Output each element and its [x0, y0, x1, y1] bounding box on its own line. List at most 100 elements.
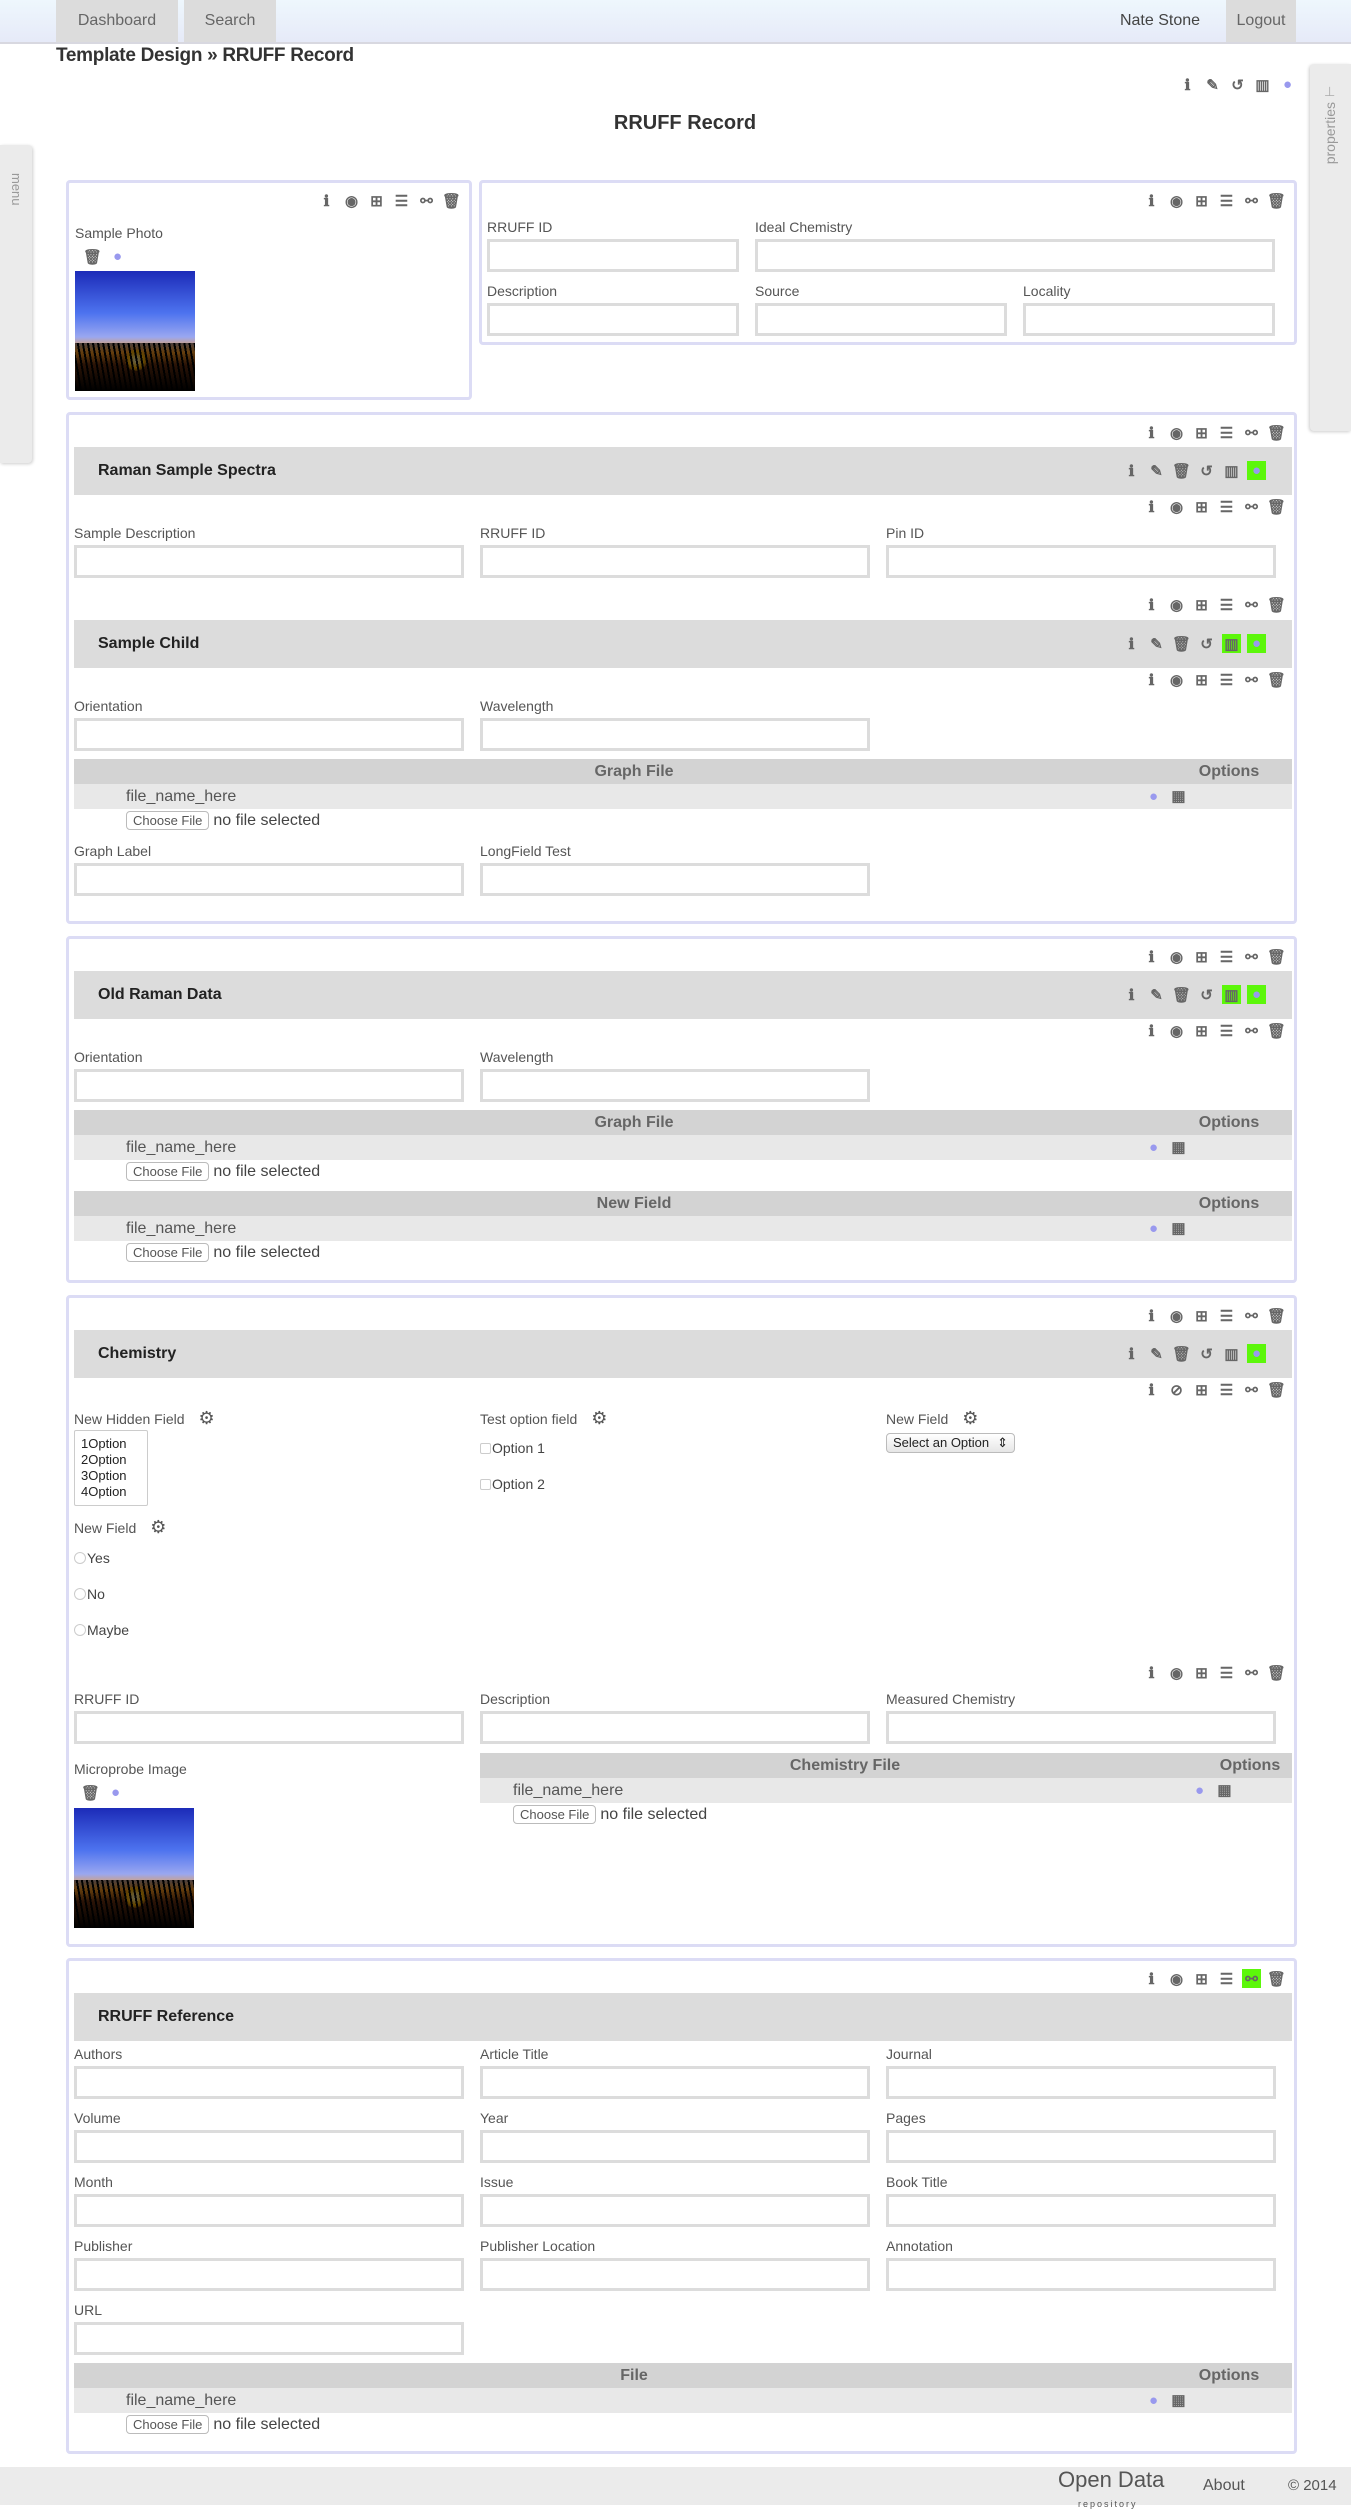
plus-icon[interactable]: ⊞: [1192, 497, 1211, 516]
info-icon[interactable]: ℹ: [1142, 423, 1161, 442]
list-icon[interactable]: ☰: [1217, 1306, 1236, 1325]
undo-icon[interactable]: ↺: [1197, 985, 1216, 1004]
orientation-input[interactable]: [74, 1069, 464, 1102]
edit-icon[interactable]: ✎: [1147, 1344, 1166, 1363]
plus-icon[interactable]: ⊞: [1192, 1380, 1211, 1399]
description-input[interactable]: [480, 1711, 870, 1744]
gear-icon[interactable]: ⚙: [199, 1408, 215, 1429]
link-icon[interactable]: ⚯: [417, 191, 436, 210]
choose-file-button[interactable]: Choose File: [513, 1805, 597, 1824]
list-icon[interactable]: ☰: [1217, 191, 1236, 210]
list-icon[interactable]: ☰: [1217, 1380, 1236, 1399]
edit-icon[interactable]: ✎: [1147, 461, 1166, 480]
trash-icon[interactable]: 🗑: [81, 1783, 100, 1802]
calendar-icon[interactable]: ▦: [1169, 1138, 1188, 1157]
list-icon[interactable]: ☰: [1217, 670, 1236, 689]
list-icon[interactable]: ☰: [1217, 1663, 1236, 1682]
link-icon[interactable]: ⚯: [1242, 1380, 1261, 1399]
user-name[interactable]: Nate Stone: [1100, 0, 1220, 42]
info-icon[interactable]: ℹ: [1122, 634, 1141, 653]
listbox-option[interactable]: 4Option: [81, 1484, 141, 1500]
undo-icon[interactable]: ↺: [1197, 461, 1216, 480]
plus-icon[interactable]: ⊞: [1192, 1663, 1211, 1682]
globe-icon[interactable]: ●: [1144, 1138, 1163, 1157]
file-name[interactable]: file_name_here: [126, 784, 236, 809]
info-icon[interactable]: ℹ: [1142, 497, 1161, 516]
undo-icon[interactable]: ↺: [1197, 1344, 1216, 1363]
link-icon[interactable]: ⚯: [1242, 1306, 1261, 1325]
globe-icon[interactable]: ●: [1190, 1781, 1209, 1800]
plus-icon[interactable]: ⊞: [1192, 423, 1211, 442]
trash-icon[interactable]: 🗑: [1172, 985, 1191, 1004]
trash-icon[interactable]: 🗑: [1267, 595, 1286, 614]
file-name[interactable]: file_name_here: [513, 1778, 623, 1803]
radio[interactable]: [74, 1588, 86, 1600]
plus-icon[interactable]: ⊞: [1192, 947, 1211, 966]
chart-icon[interactable]: ▥: [1222, 461, 1241, 480]
trash-icon[interactable]: 🗑: [1172, 461, 1191, 480]
year-input[interactable]: [480, 2130, 870, 2163]
info-icon[interactable]: ℹ: [1142, 1306, 1161, 1325]
eye-icon[interactable]: ◉: [1167, 423, 1186, 442]
wavelength-input[interactable]: [480, 718, 870, 751]
eye-slash-icon[interactable]: ⊘: [1167, 1380, 1186, 1399]
nav-logout[interactable]: Logout: [1226, 0, 1296, 42]
chart-icon[interactable]: ▥: [1222, 985, 1241, 1004]
eye-icon[interactable]: ◉: [1167, 947, 1186, 966]
file-name[interactable]: file_name_here: [126, 1216, 236, 1241]
plus-icon[interactable]: ⊞: [1192, 595, 1211, 614]
info-icon[interactable]: ℹ: [1142, 1021, 1161, 1040]
rruff-id-input[interactable]: [487, 239, 739, 272]
globe-icon[interactable]: ●: [1247, 461, 1266, 480]
nav-search[interactable]: Search: [184, 0, 276, 42]
checkbox[interactable]: [480, 1442, 491, 1454]
globe-icon[interactable]: ●: [1144, 1219, 1163, 1238]
eye-icon[interactable]: ◉: [1167, 1663, 1186, 1682]
info-icon[interactable]: ℹ: [1178, 75, 1197, 94]
measured-chemistry-input[interactable]: [886, 1711, 1276, 1744]
info-icon[interactable]: ℹ: [1142, 1969, 1161, 1988]
link-icon[interactable]: ⚯: [1242, 423, 1261, 442]
properties-tab[interactable]: ⊥ properties: [1310, 64, 1351, 431]
journal-input[interactable]: [886, 2066, 1276, 2099]
pin-id-input[interactable]: [886, 545, 1276, 578]
gear-icon[interactable]: ⚙: [962, 1408, 978, 1429]
edit-icon[interactable]: ✎: [1147, 634, 1166, 653]
globe-icon[interactable]: ●: [1144, 787, 1163, 806]
info-icon[interactable]: ℹ: [1122, 461, 1141, 480]
gear-icon[interactable]: ⚙: [150, 1517, 166, 1538]
info-icon[interactable]: ℹ: [317, 191, 336, 210]
eye-icon[interactable]: ◉: [1167, 191, 1186, 210]
chart-icon[interactable]: ▥: [1222, 1344, 1241, 1363]
trash-icon[interactable]: 🗑: [1267, 1663, 1286, 1682]
plus-icon[interactable]: ⊞: [367, 191, 386, 210]
chart-icon[interactable]: ▥: [1222, 634, 1241, 653]
trash-icon[interactable]: 🗑: [1172, 1344, 1191, 1363]
radio-option[interactable]: Maybe: [74, 1622, 129, 1638]
description-input[interactable]: [487, 303, 739, 336]
info-icon[interactable]: ℹ: [1142, 947, 1161, 966]
volume-input[interactable]: [74, 2130, 464, 2163]
trash-icon[interactable]: 🗑: [1267, 497, 1286, 516]
checkbox[interactable]: [480, 1478, 491, 1490]
info-icon[interactable]: ℹ: [1142, 670, 1161, 689]
info-icon[interactable]: ℹ: [1142, 191, 1161, 210]
wavelength-input[interactable]: [480, 1069, 870, 1102]
orientation-input[interactable]: [74, 718, 464, 751]
list-icon[interactable]: ☰: [1217, 595, 1236, 614]
gear-icon[interactable]: ⚙: [591, 1408, 607, 1429]
radio-option[interactable]: Yes: [74, 1550, 110, 1566]
file-name[interactable]: file_name_here: [126, 2388, 236, 2413]
link-icon[interactable]: ⚯: [1242, 947, 1261, 966]
globe-icon[interactable]: ●: [1247, 985, 1266, 1004]
info-icon[interactable]: ℹ: [1142, 1663, 1161, 1682]
file-name[interactable]: file_name_here: [126, 1135, 236, 1160]
trash-icon[interactable]: 🗑: [1267, 191, 1286, 210]
listbox-option[interactable]: 3Option: [81, 1468, 141, 1484]
trash-icon[interactable]: 🗑: [1267, 670, 1286, 689]
globe-icon[interactable]: ●: [106, 1783, 125, 1802]
plus-icon[interactable]: ⊞: [1192, 1306, 1211, 1325]
eye-icon[interactable]: ◉: [342, 191, 361, 210]
plus-icon[interactable]: ⊞: [1192, 1969, 1211, 1988]
book-title-input[interactable]: [886, 2194, 1276, 2227]
